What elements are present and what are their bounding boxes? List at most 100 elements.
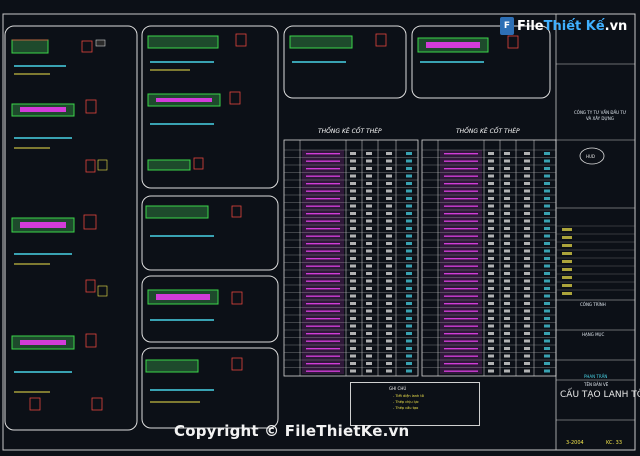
table-cell-mark [524,212,530,215]
table-cell-mark [524,294,530,298]
table-cell-mark [524,302,530,305]
company-name-line-1: CÔNG TY TƯ VẤN ĐẦU TƯ [574,110,627,115]
table-cell-mark [350,309,356,313]
table-cell-mark [488,242,494,245]
table-cell-mark [406,309,412,313]
table-cell-mark [350,369,356,373]
table-cell-mark [386,347,392,350]
table-cell-mark [524,167,530,170]
logo-wordmark: FileThiết Kế.vn [517,19,627,34]
table-cell-mark [366,339,372,343]
table-cell-mark [406,332,412,335]
table-cell-mark [524,189,530,193]
table-cell-mark [504,152,510,155]
table-cell-mark [386,362,392,365]
table-cell-mark [386,257,392,260]
table-cell-mark [524,257,530,260]
table-cell-mark [544,257,550,260]
table-cell-mark [544,317,550,320]
table-cell-mark [488,189,494,193]
table-cell-mark [406,339,412,343]
table-cell-mark [524,369,530,373]
table-cell-mark [544,362,550,365]
table-cell-mark [406,227,412,230]
table-cell-mark [386,174,392,178]
table-cell-mark [504,339,510,343]
table-cell-mark [504,317,510,320]
table-cell-mark [350,272,356,275]
table-cell-mark [386,212,392,215]
table-cell-mark [544,324,550,328]
table-cell-mark [386,302,392,305]
table-cell-mark [366,362,372,365]
table-cell-mark [386,189,392,193]
table-cell-mark [504,347,510,350]
table-cell-mark [504,227,510,230]
table-cell-mark [386,324,392,328]
legend-line-1: - Tiết diện lanh tô [393,394,424,398]
table-cell-mark [366,174,372,178]
table-cell-mark [488,182,494,185]
table-cell-mark [504,309,510,313]
table-cell-mark [524,362,530,365]
table-cell-mark [524,174,530,178]
table-cell-mark [504,257,510,260]
table-cell-mark [488,324,494,328]
table-cell-mark [406,197,412,200]
table-cell-mark [524,159,530,163]
table-cell-mark [544,204,550,208]
table-cell-mark [504,174,510,178]
table-cell-mark [406,234,412,238]
site-logo[interactable]: F FileThiết Kế.vn [500,14,627,38]
table-cell-mark [386,242,392,245]
table-cell-mark [488,257,494,260]
table-cell-mark [504,369,510,373]
table-cell-mark [524,227,530,230]
table-cell-mark [544,219,550,223]
table-cell-mark [406,152,412,155]
table-cell-mark [504,354,510,358]
drawing-title: CẤU TẠO LANH TÔ [560,390,640,400]
table-cell-mark [406,279,412,283]
drawing-name-label: TÊN BẢN VẼ [584,382,609,387]
table-cell-mark [350,219,356,223]
logo-name-left: File [517,18,544,34]
table-cell-mark [488,309,494,313]
table-cell-mark [504,212,510,215]
beam-section-group-left [11,39,108,411]
table-cell-mark [366,197,372,200]
table-cell-mark [366,294,372,298]
item-section-label: HẠNG MỤC [582,332,605,337]
title-block-mark [562,236,572,239]
table-cell-mark [406,287,412,290]
table-cell-mark [524,249,530,253]
table-cell-mark [366,234,372,238]
table-cell-mark [544,227,550,230]
table-cell-mark [524,264,530,268]
table-cell-mark [386,354,392,358]
table-cell-mark [406,347,412,350]
table-cell-mark [386,332,392,335]
table-cell-mark [544,189,550,193]
table-cell-mark [386,287,392,290]
table-cell-mark [406,369,412,373]
table-cell-mark [386,272,392,275]
table-cell-mark [504,272,510,275]
sheet-code: KC. 33 [606,440,623,446]
table-cell-mark [350,317,356,320]
title-block-mark [562,268,572,271]
project-section-label: CÔNG TRÌNH [580,302,606,307]
table-cell-mark [544,287,550,290]
table-cell-mark [386,152,392,155]
table-cell-mark [524,324,530,328]
table-cell-mark [350,354,356,358]
table-cell-mark [504,287,510,290]
title-block-mark [562,260,572,263]
table-cell-mark [544,272,550,275]
table-cell-mark [504,159,510,163]
table-cell-mark [366,287,372,290]
table-cell-mark [488,347,494,350]
table-cell-mark [524,219,530,223]
table-cell-mark [406,182,412,185]
detail-panel-mid-3 [141,275,279,343]
